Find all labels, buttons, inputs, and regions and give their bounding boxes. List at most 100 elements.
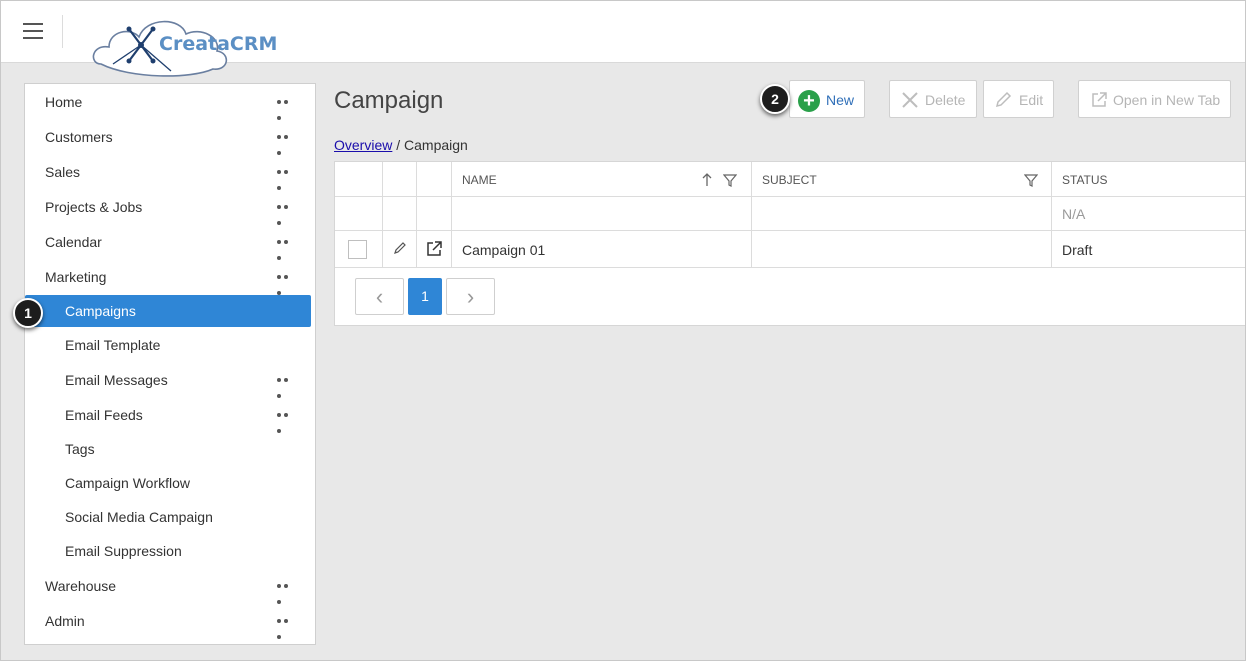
sidebar-item-email-template[interactable]: Email Template xyxy=(25,329,315,361)
sidebar-item-label: Projects & Jobs xyxy=(45,199,143,215)
pager-prev-button[interactable]: ‹ xyxy=(355,278,404,315)
breadcrumb: Overview / Campaign xyxy=(334,137,468,153)
breadcrumb-overview-link[interactable]: Overview xyxy=(334,137,392,153)
top-bar: CreataCRM xyxy=(1,1,1245,77)
sidebar-item-email-messages[interactable]: Email Messages xyxy=(25,364,315,398)
more-options-icon[interactable] xyxy=(277,378,297,398)
sidebar-item-label: Campaign Workflow xyxy=(65,475,191,491)
header-open-cell xyxy=(417,162,452,197)
sidebar-item-label: Calendar xyxy=(45,234,102,250)
sidebar-item-marketing[interactable]: Marketing xyxy=(25,261,315,295)
open-in-new-tab-button[interactable]: Open in New Tab xyxy=(1078,80,1231,118)
filter-icon[interactable] xyxy=(723,173,737,187)
more-options-icon[interactable] xyxy=(277,275,297,295)
sidebar-item-sales[interactable]: Sales xyxy=(25,156,315,190)
sidebar-item-label: Tags xyxy=(65,441,95,457)
plus-circle-icon: + xyxy=(798,90,820,112)
sidebar-item-label: Email Messages xyxy=(65,372,168,388)
chevron-right-icon: › xyxy=(466,284,475,309)
column-header-subject[interactable]: SUBJECT xyxy=(752,162,1052,197)
more-options-icon[interactable] xyxy=(277,619,297,639)
sort-ascending-icon[interactable] xyxy=(701,173,713,187)
table-row-edit-cell xyxy=(383,231,417,268)
more-options-icon[interactable] xyxy=(277,240,297,260)
sidebar-item-warehouse[interactable]: Warehouse xyxy=(25,570,315,604)
sidebar-item-home[interactable]: Home xyxy=(25,86,315,120)
filter-icon[interactable] xyxy=(1024,173,1038,187)
sidebar-item-label: Marketing xyxy=(45,269,107,285)
open-in-new-tab-label: Open in New Tab xyxy=(1113,92,1221,108)
pager-page-button[interactable]: 1 xyxy=(408,278,442,315)
sidebar-item-customers[interactable]: Customers xyxy=(25,121,315,155)
new-button[interactable]: + New xyxy=(789,80,865,118)
column-header-label: SUBJECT xyxy=(762,173,817,187)
sidebar-item-tags[interactable]: Tags xyxy=(25,433,315,465)
sidebar-item-label: Social Media Campaign xyxy=(65,509,213,525)
column-header-name[interactable]: NAME xyxy=(452,162,752,197)
table-row-select-cell xyxy=(335,231,383,268)
pencil-icon[interactable] xyxy=(393,241,407,255)
sidebar-item-label: Home xyxy=(45,94,83,110)
external-link-icon xyxy=(1092,92,1107,107)
sidebar-item-email-suppression[interactable]: Email Suppression xyxy=(25,535,315,567)
sidebar-item-label: Warehouse xyxy=(45,578,117,594)
filter-cell xyxy=(383,197,417,231)
more-options-icon[interactable] xyxy=(277,170,297,190)
chevron-left-icon: ‹ xyxy=(375,284,384,309)
header-edit-cell xyxy=(383,162,417,197)
more-options-icon[interactable] xyxy=(277,584,297,604)
subject-filter-input[interactable] xyxy=(752,197,1052,231)
name-filter-input[interactable] xyxy=(452,197,752,231)
breadcrumb-current: Campaign xyxy=(404,137,468,153)
pager-next-button[interactable]: › xyxy=(446,278,495,315)
more-options-icon[interactable] xyxy=(277,413,297,433)
row-checkbox[interactable] xyxy=(348,240,367,259)
table-row-subject xyxy=(752,231,1052,268)
filter-cell xyxy=(335,197,383,231)
table-row-status: Draft xyxy=(1052,231,1245,268)
header-select-cell xyxy=(335,162,383,197)
new-button-label: New xyxy=(826,92,855,108)
campaign-status: Draft xyxy=(1062,242,1093,258)
pencil-icon xyxy=(995,91,1012,108)
sidebar-nav: Home Customers Sales Projects & Jobs Cal… xyxy=(24,83,316,645)
column-header-label: NAME xyxy=(462,173,497,187)
more-options-icon[interactable] xyxy=(277,135,297,155)
divider xyxy=(62,15,63,48)
sidebar-item-label: Email Suppression xyxy=(65,543,182,559)
delete-button-label: Delete xyxy=(925,92,966,108)
step-callout-1: 1 xyxy=(13,298,43,328)
column-header-label: STATUS xyxy=(1062,173,1108,187)
sidebar-item-label: Email Template xyxy=(65,337,161,353)
sidebar-item-label: Campaigns xyxy=(65,303,136,319)
edit-button-label: Edit xyxy=(1019,92,1044,108)
status-filter-value: N/A xyxy=(1062,206,1086,222)
sidebar-item-campaigns[interactable]: Campaigns xyxy=(25,295,311,327)
table-row-name[interactable]: Campaign 01 xyxy=(452,231,752,268)
app-window: CreataCRM Home Customers Sales Projects … xyxy=(0,0,1246,661)
table-row-open-cell xyxy=(417,231,452,268)
sidebar-item-label: Customers xyxy=(45,129,113,145)
delete-button[interactable]: Delete xyxy=(889,80,977,118)
filter-cell xyxy=(417,197,452,231)
step-callout-2: 2 xyxy=(760,84,790,114)
external-link-icon[interactable] xyxy=(426,240,443,257)
sidebar-item-label: Sales xyxy=(45,164,81,180)
close-icon xyxy=(902,92,918,108)
sidebar-item-admin[interactable]: Admin xyxy=(25,605,315,639)
sidebar-item-projects-jobs[interactable]: Projects & Jobs xyxy=(25,191,315,225)
sidebar-item-social-media-campaign[interactable]: Social Media Campaign xyxy=(25,501,315,533)
logo-text: CreataCRM xyxy=(159,33,278,55)
status-filter-input[interactable]: N/A xyxy=(1052,197,1245,231)
campaign-name: Campaign 01 xyxy=(462,242,546,258)
more-options-icon[interactable] xyxy=(277,100,297,120)
hamburger-menu-icon[interactable] xyxy=(23,23,43,39)
sidebar-item-calendar[interactable]: Calendar xyxy=(25,226,315,260)
edit-button[interactable]: Edit xyxy=(983,80,1054,118)
sidebar-item-email-feeds[interactable]: Email Feeds xyxy=(25,399,315,433)
logo[interactable]: CreataCRM xyxy=(91,9,291,79)
sidebar-item-campaign-workflow[interactable]: Campaign Workflow xyxy=(25,467,315,499)
more-options-icon[interactable] xyxy=(277,205,297,225)
sidebar-item-label: Admin xyxy=(45,613,85,629)
column-header-status[interactable]: STATUS xyxy=(1052,162,1245,197)
